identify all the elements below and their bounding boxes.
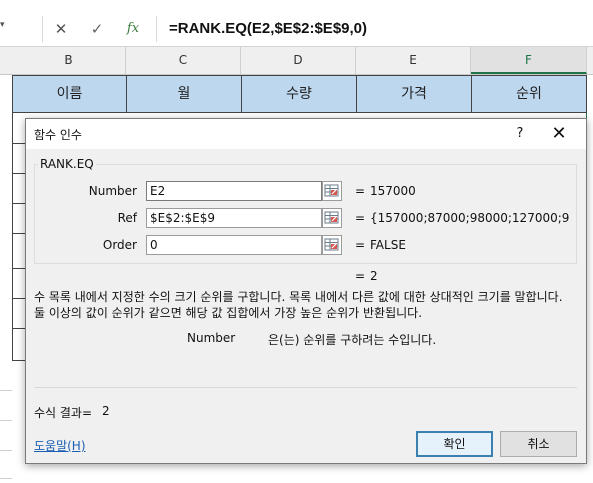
column-header-b[interactable]: B	[12, 47, 126, 74]
range-select-icon[interactable]	[322, 208, 342, 228]
header-cell-price[interactable]: 가격	[356, 76, 471, 112]
table-row-line	[12, 143, 25, 144]
function-name-label: RANK.EQ	[38, 157, 96, 171]
formula-bar-separator	[42, 16, 43, 42]
help-link[interactable]: 도움말(H)	[34, 437, 86, 454]
arg-result-number: 157000	[370, 184, 416, 198]
equals-sign: =	[355, 211, 366, 225]
header-cell-name[interactable]: 이름	[12, 76, 126, 112]
header-cell-month[interactable]: 월	[126, 76, 241, 112]
ok-button[interactable]: 확인	[416, 431, 493, 457]
range-select-icon[interactable]	[322, 181, 342, 201]
column-header-d[interactable]: D	[241, 47, 356, 74]
help-icon[interactable]: ?	[510, 124, 530, 144]
divider	[34, 387, 577, 388]
formula-bar: ▾ ✕ ✓ fx =RANK.EQ(E2,$E$2:$E$9,0)	[0, 0, 593, 47]
column-header-f[interactable]: F	[471, 47, 587, 74]
formula-input[interactable]: =RANK.EQ(E2,$E$2:$E$9,0)	[156, 16, 593, 42]
cancel-button[interactable]: 취소	[500, 431, 577, 457]
formula-result-value: 2	[102, 404, 110, 418]
cancel-icon[interactable]: ✕	[50, 16, 72, 42]
arg-help-text: 은(는) 순위를 구하려는 수입니다.	[268, 333, 437, 347]
header-cell-quantity[interactable]: 수량	[241, 76, 356, 112]
header-cell-rank[interactable]: 순위	[471, 76, 587, 112]
table-row-line	[12, 328, 25, 329]
equals-sign: =	[355, 238, 366, 252]
function-arguments-dialog: 함수 인수 ? ✕ RANK.EQ Number E2 = 157000 Ref…	[25, 118, 587, 464]
table-row-line	[12, 298, 25, 299]
arg-label-order: Order	[102, 238, 137, 252]
arg-input-ref[interactable]: $E$2:$E$9	[146, 208, 322, 228]
equals-sign: =	[355, 184, 366, 198]
close-icon[interactable]: ✕	[546, 123, 572, 145]
enter-check-icon[interactable]: ✓	[86, 16, 108, 42]
function-result-value: 2	[370, 269, 378, 283]
arg-input-order[interactable]: 0	[146, 235, 322, 255]
arg-help-name: Number	[187, 331, 236, 345]
arg-input-number[interactable]: E2	[146, 181, 322, 201]
arg-result-ref: {157000;87000;98000;127000;98...	[370, 211, 570, 225]
arg-label-number: Number	[88, 184, 137, 198]
table-row-line	[12, 203, 25, 204]
column-headers: B C D E F	[0, 47, 593, 75]
table-row-line	[12, 268, 25, 269]
table-border-left	[12, 113, 13, 361]
table-row-line	[12, 173, 25, 174]
table-row-line	[12, 233, 25, 234]
insert-function-icon[interactable]: fx	[122, 16, 144, 42]
column-header-c[interactable]: C	[126, 47, 241, 74]
arg-result-order: FALSE	[370, 238, 406, 252]
arg-label-ref: Ref	[117, 211, 137, 225]
column-header-e[interactable]: E	[356, 47, 471, 74]
grid-line	[0, 390, 12, 391]
dialog-title-bar[interactable]: 함수 인수 ? ✕	[26, 119, 586, 149]
equals-sign: =	[355, 269, 366, 283]
formula-result-label: 수식 결과=	[34, 406, 93, 420]
range-select-icon[interactable]	[322, 235, 342, 255]
grid-line	[0, 420, 12, 421]
dialog-title: 함수 인수	[34, 128, 82, 142]
function-description: 수 목록 내에서 지정한 수의 크기 순위를 구합니다. 목록 내에서 다른 값…	[34, 290, 563, 320]
name-box-dropdown-icon[interactable]: ▾	[0, 20, 10, 38]
grid-line	[0, 478, 12, 479]
grid-line	[0, 450, 12, 451]
table-header-row: 이름 월 수량 가격 순위	[12, 75, 587, 113]
table-row-line	[12, 360, 25, 361]
